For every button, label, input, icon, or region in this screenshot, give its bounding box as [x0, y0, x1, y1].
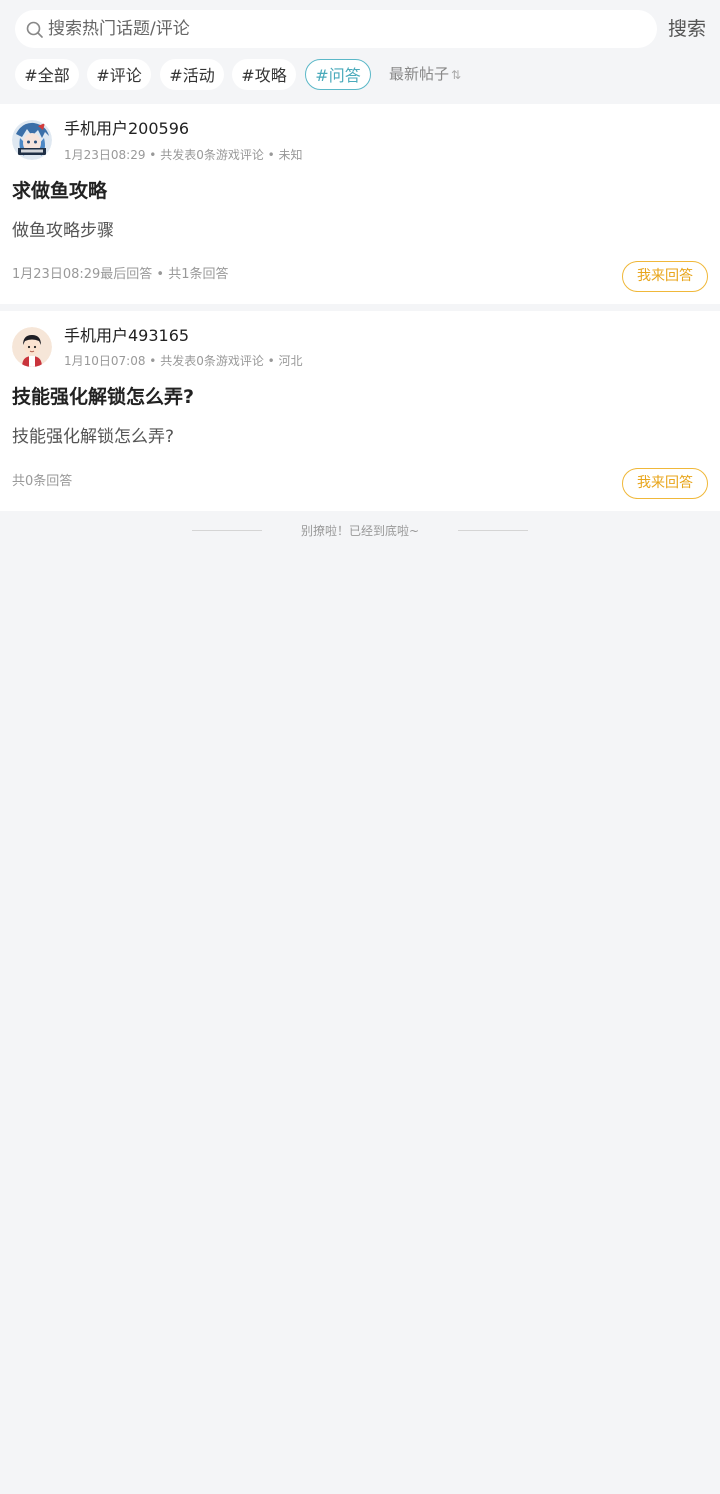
username[interactable]: 手机用户493165: [64, 326, 189, 346]
avatar[interactable]: [12, 327, 52, 367]
top-bar: 搜索 #全部 #评论 #活动 #攻略 #问答 最新帖子⇅: [0, 0, 720, 104]
answer-button[interactable]: 我来回答: [622, 468, 708, 499]
post-body[interactable]: 技能强化解锁怎么弄?: [12, 425, 174, 449]
tab-activities[interactable]: #活动: [160, 59, 224, 90]
avatar[interactable]: [12, 120, 52, 160]
post-meta: 1月10日07:08 • 共发表0条游戏评论 • 河北: [64, 354, 303, 368]
topic-tabs: #全部 #评论 #活动 #攻略 #问答 最新帖子 ⇅: [0, 59, 720, 91]
search-icon: [26, 21, 43, 38]
post-body[interactable]: 做鱼攻略步骤: [12, 219, 114, 243]
post-footer-info: 1月23日08:29最后回答 • 共1条回答: [12, 267, 229, 282]
post-title[interactable]: 求做鱼攻略: [12, 178, 107, 204]
search-box[interactable]: [15, 10, 657, 48]
answer-button[interactable]: 我来回答: [622, 261, 708, 292]
post-card[interactable]: 手机用户493165 1月10日07:08 • 共发表0条游戏评论 • 河北 技…: [0, 311, 720, 511]
cartoon-boy-avatar-icon: [12, 327, 52, 367]
post-meta: 1月23日08:29 • 共发表0条游戏评论 • 未知: [64, 148, 303, 162]
search-button[interactable]: 搜索: [668, 16, 706, 42]
sort-label: 最新帖子: [389, 65, 450, 83]
username[interactable]: 手机用户200596: [64, 119, 189, 139]
sort-arrows-icon: ⇅: [451, 68, 462, 82]
anime-character-avatar-icon: [12, 120, 52, 160]
post-title[interactable]: 技能强化解锁怎么弄?: [12, 384, 194, 410]
tab-comments[interactable]: #评论: [87, 59, 151, 90]
post-footer-info: 共0条回答: [12, 474, 73, 489]
tab-guides[interactable]: #攻略: [232, 59, 296, 90]
sort-toggle[interactable]: 最新帖子 ⇅: [389, 59, 461, 90]
post-card[interactable]: 手机用户200596 1月23日08:29 • 共发表0条游戏评论 • 未知 求…: [0, 104, 720, 304]
tab-all[interactable]: #全部: [15, 59, 79, 90]
search-input[interactable]: [48, 10, 648, 48]
tab-qa[interactable]: #问答: [305, 59, 371, 90]
end-of-list-message: 别撩啦！已经到底啦~: [300, 524, 420, 538]
